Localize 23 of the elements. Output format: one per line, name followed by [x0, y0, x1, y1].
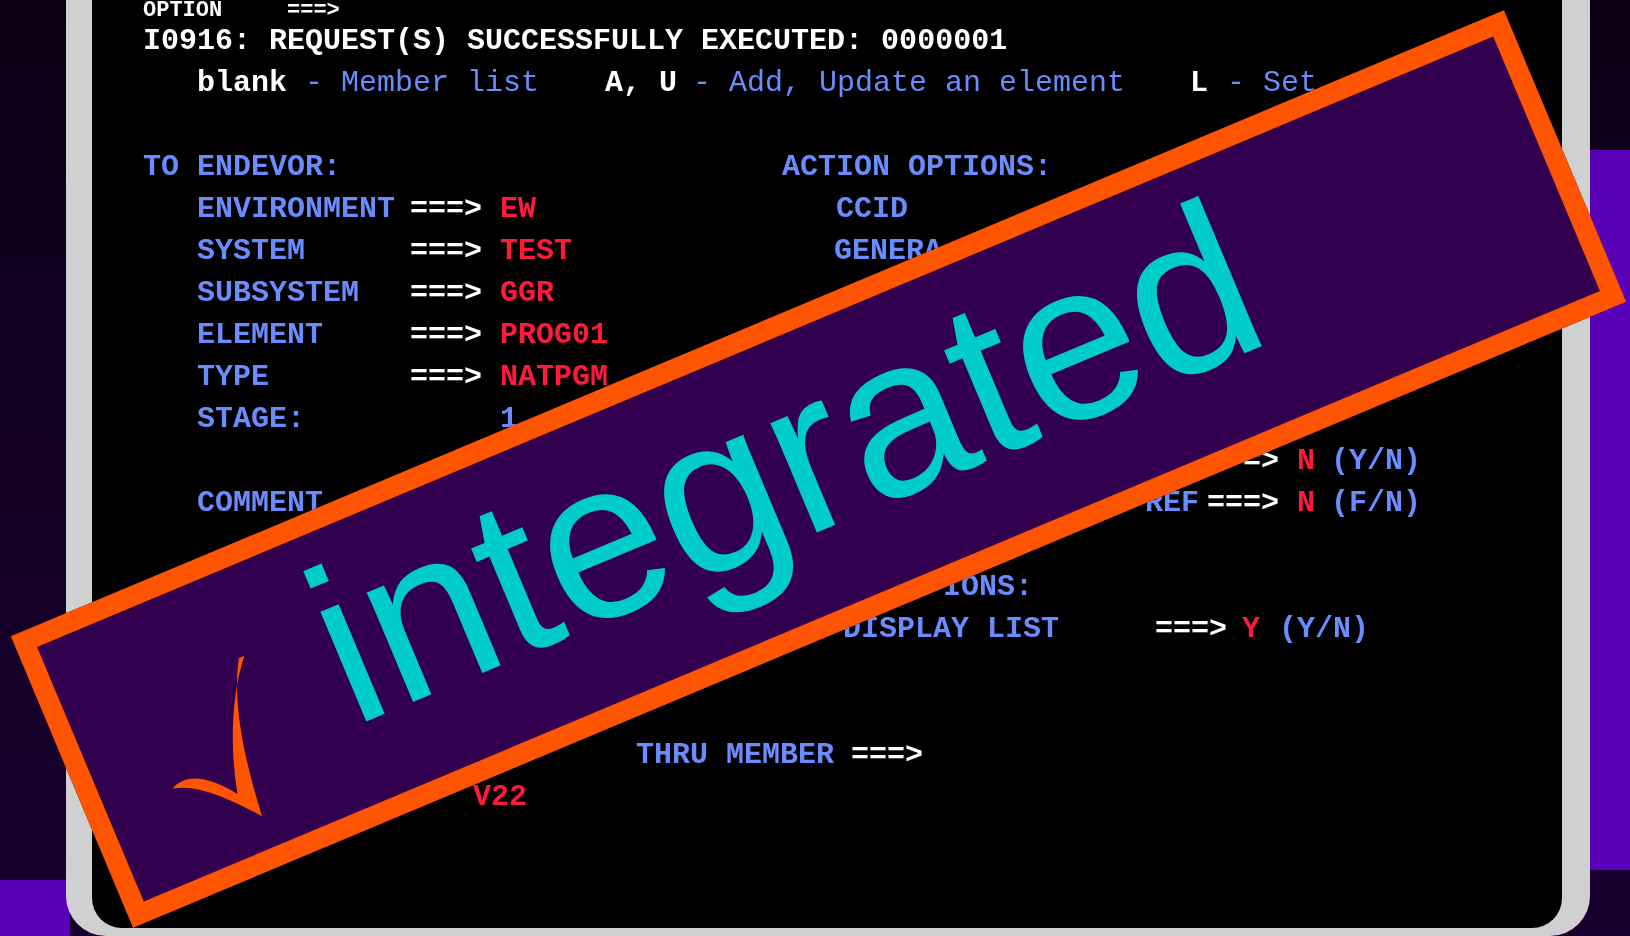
prompt-arrow: ===> [287, 0, 340, 22]
prompt-arrow: ===> [851, 737, 923, 774]
command-key: blank [197, 62, 287, 104]
option-value: N [1297, 443, 1315, 480]
option-choices: (Y/N) [1279, 611, 1369, 648]
command-description: - Member list [305, 65, 540, 102]
option-label: OPTION [143, 0, 223, 22]
background-panel [0, 880, 70, 936]
command-key: L [1190, 62, 1208, 104]
status-message: I0916: REQUEST(S) SUCCESSFULLY EXECUTED: 0000001 [143, 23, 1008, 60]
field-label: SYSTEM [197, 234, 306, 268]
option-value: N [1297, 485, 1315, 522]
field-label: STAGE: [197, 402, 306, 436]
section-heading: ACTION OPTIONS: [782, 149, 1053, 186]
field-label: TYPE [197, 359, 269, 396]
command-description: - Set [1227, 65, 1317, 102]
field-label: THRU MEMBER [636, 737, 835, 774]
field-value: V22 [473, 779, 527, 816]
option-choices: (Y/N) [1331, 443, 1421, 480]
section-heading: TO ENDEVOR: [143, 149, 342, 186]
option-choices: (F/N) [1331, 485, 1421, 522]
command-key: A, U [605, 62, 677, 104]
command-description: - Add, Update an element [693, 65, 1126, 102]
